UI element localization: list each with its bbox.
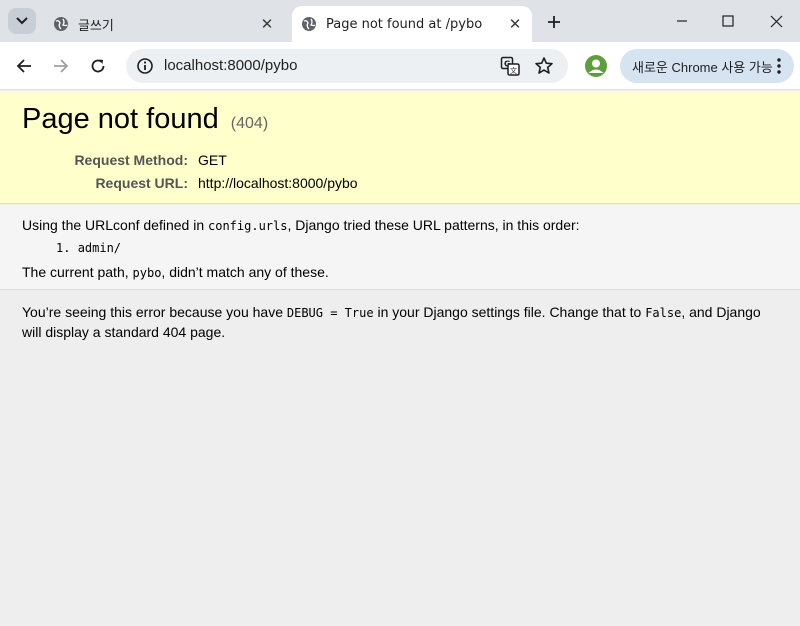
- pattern-index: 1.: [56, 241, 71, 255]
- globe-icon: [54, 17, 68, 31]
- pattern-value: admin/: [77, 241, 122, 255]
- reload-icon: [91, 59, 105, 73]
- arrow-left-icon: [16, 59, 31, 73]
- minimize-icon: [677, 20, 687, 22]
- address-bar[interactable]: localhost:8000/pybo G文: [126, 49, 568, 83]
- profile-icon[interactable]: [584, 54, 608, 78]
- explanation-text-2: in your Django settings file. Change tha…: [373, 304, 646, 320]
- urlconf-name: config.urls: [208, 219, 288, 233]
- explanation-text-1: You’re seeing this error because you hav…: [22, 304, 287, 320]
- urlconf-suffix: , Django tried these URL patterns, in th…: [287, 217, 580, 233]
- reload-button[interactable]: [84, 52, 112, 80]
- request-url-label: Request URL:: [95, 175, 188, 191]
- url-text[interactable]: localhost:8000/pybo: [164, 57, 297, 74]
- translate-icon[interactable]: G文: [500, 56, 520, 76]
- arrow-right-icon: [54, 59, 69, 73]
- svg-text:文: 文: [510, 66, 517, 75]
- close-icon[interactable]: ✕: [506, 15, 524, 33]
- page-title: Page not found (404): [22, 103, 268, 136]
- chrome-update-button[interactable]: 새로운 Chrome 사용 가능: [620, 49, 794, 83]
- tab-page-not-found[interactable]: Page not found at /pybo ✕: [292, 6, 532, 42]
- forward-button[interactable]: [47, 52, 75, 80]
- request-url-value: http://localhost:8000/pybo: [198, 175, 358, 191]
- tab-write[interactable]: 글쓰기 ✕: [44, 6, 284, 42]
- request-method-value: GET: [198, 152, 227, 168]
- current-path-suffix: , didn’t match any of these.: [161, 264, 329, 280]
- current-path-line: The current path, pybo, didn’t match any…: [22, 264, 329, 280]
- url-pattern-item: 1. admin/: [56, 241, 121, 255]
- star-icon[interactable]: [534, 56, 554, 76]
- error-title: Page not found: [22, 103, 219, 135]
- status-code: (404): [230, 115, 269, 132]
- tab-search-button[interactable]: [8, 8, 36, 34]
- plus-icon: [548, 16, 560, 28]
- error-info: Using the URLconf defined in config.urls…: [0, 205, 800, 290]
- back-button[interactable]: [10, 52, 38, 80]
- request-method-label: Request Method:: [74, 152, 188, 168]
- false-value: False: [645, 306, 682, 320]
- tab-title: Page not found at /pybo: [326, 16, 483, 32]
- page-content: Page not found (404) Request Method: GET…: [0, 91, 800, 626]
- current-path-prefix: The current path,: [22, 264, 133, 280]
- debug-setting: DEBUG = True: [286, 306, 374, 320]
- urlconf-line: Using the URLconf defined in config.urls…: [22, 217, 580, 233]
- browser-toolbar: localhost:8000/pybo G文 새로운 Chrome 사용 가능: [0, 42, 800, 90]
- maximize-icon: [722, 15, 734, 27]
- update-label: 새로운 Chrome 사용 가능: [632, 59, 773, 75]
- tab-title: 글쓰기: [78, 18, 114, 34]
- minimize-button[interactable]: [658, 0, 706, 42]
- maximize-button[interactable]: [704, 0, 752, 42]
- current-path: pybo: [132, 266, 162, 280]
- more-vertical-icon[interactable]: [776, 57, 782, 75]
- chevron-down-icon: [16, 17, 28, 25]
- debug-explanation: You’re seeing this error because you hav…: [22, 303, 772, 342]
- close-icon[interactable]: ✕: [258, 15, 276, 33]
- globe-icon: [302, 17, 316, 31]
- close-window-button[interactable]: [752, 0, 800, 42]
- new-tab-button[interactable]: [540, 8, 568, 36]
- info-icon[interactable]: [136, 57, 154, 75]
- error-summary: Page not found (404) Request Method: GET…: [0, 91, 800, 204]
- close-icon: [770, 15, 782, 27]
- urlconf-prefix: Using the URLconf defined in: [22, 217, 208, 233]
- tab-strip: 글쓰기 ✕ Page not found at /pybo ✕: [0, 0, 800, 42]
